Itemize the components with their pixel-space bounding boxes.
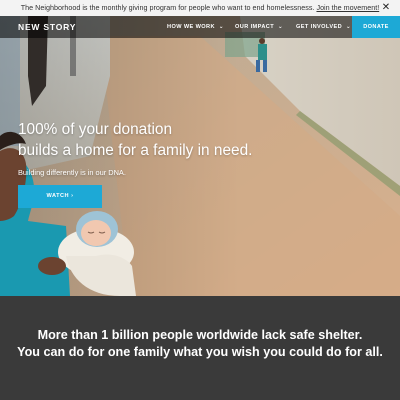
announcement-bar: The Neighborhood is the monthly giving p… (0, 0, 400, 16)
mission-section: More than 1 billion people worldwide lac… (0, 296, 400, 400)
nav-our-impact[interactable]: OUR IMPACT ⌄ (235, 16, 283, 38)
chevron-down-icon: ⌄ (346, 24, 352, 30)
hero-title-line2: builds a home for a family in need. (18, 142, 253, 159)
announcement-text: The Neighborhood is the monthly giving p… (20, 3, 315, 12)
hero-title-line1: 100% of your donation (18, 121, 173, 138)
main-nav: NEW STORY HOW WE WORK ⌄ OUR IMPACT ⌄ GET I… (0, 16, 400, 38)
mission-line2: You can do for one family what you wish … (17, 345, 383, 359)
close-icon[interactable]: ✕ (381, 0, 391, 16)
hero-subtitle: Building differently is in our DNA. (18, 168, 126, 177)
logo[interactable]: NEW STORY (18, 16, 76, 38)
chevron-down-icon: ⌄ (278, 24, 284, 30)
nav-item-label: GET INVOLVED (296, 24, 343, 30)
join-movement-link[interactable]: Join the movement! (316, 3, 379, 12)
nav-get-involved[interactable]: GET INVOLVED ⌄ (296, 16, 351, 38)
mission-line1: More than 1 billion people worldwide lac… (37, 328, 363, 342)
hero-title: 100% of your donation builds a home for … (18, 119, 318, 161)
nav-item-label: OUR IMPACT (235, 24, 275, 30)
donate-button[interactable]: DONATE (352, 16, 400, 38)
nav-how-we-work[interactable]: HOW WE WORK ⌄ (167, 16, 224, 38)
chevron-down-icon: ⌄ (218, 24, 224, 30)
watch-button[interactable]: WATCH › (18, 185, 102, 208)
nav-item-label: HOW WE WORK (167, 24, 215, 30)
